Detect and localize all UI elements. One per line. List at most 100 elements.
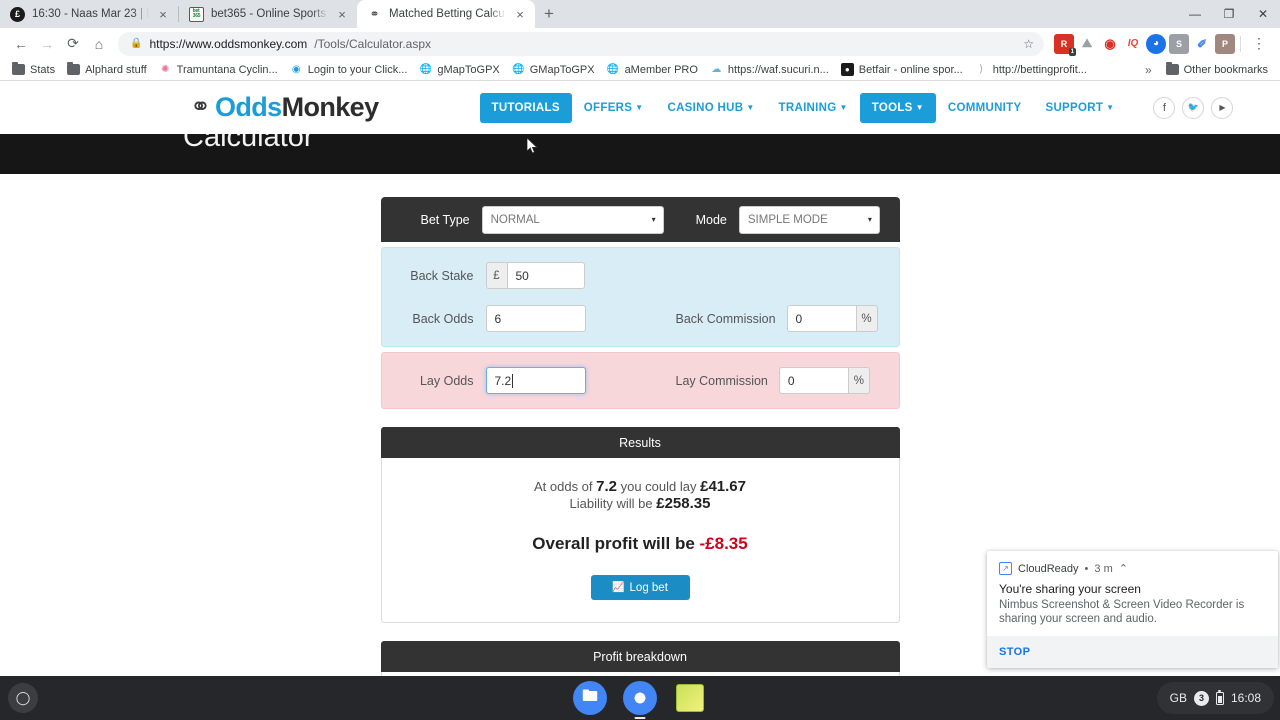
mountains-extension-icon[interactable]: ⛰ [1077, 34, 1097, 54]
site-logo[interactable]: ⚭ OddsMonkey [190, 92, 379, 123]
chromeos-shelf: ◯ 🖿 GB 3 16:08 [0, 676, 1280, 720]
browser-tab-1[interactable]: bet365 bet365 - Online Sports Betting × [179, 0, 357, 28]
folder-icon [1165, 62, 1179, 76]
rsp-extension-icon[interactable]: R1 [1054, 33, 1076, 56]
opera-extension-icon[interactable]: ◕ [1146, 33, 1166, 54]
nav-label: OFFERS [583, 101, 633, 114]
globe-icon: 🌐 [606, 64, 620, 75]
nav-item-support[interactable]: SUPPORT ▼ [1033, 93, 1126, 123]
launcher-icon[interactable]: ◯ [8, 683, 38, 713]
bookmark-item[interactable]: ✺ Tramuntana Cyclin... [153, 63, 284, 76]
bookmark-item[interactable]: Alphard stuff [61, 62, 153, 76]
new-tab-button[interactable]: + [535, 0, 563, 28]
nav-item-tools[interactable]: TOOLS ▼ [859, 92, 936, 123]
shield-icon: ☁ [711, 64, 722, 75]
bookmark-label: http://bettingprofit... [992, 63, 1087, 76]
folder-icon [67, 62, 81, 76]
bookmark-star-icon[interactable]: ☆ [1023, 37, 1034, 51]
nav-item-offers[interactable]: OFFERS ▼ [572, 93, 656, 123]
close-window-button[interactable]: ✕ [1246, 0, 1280, 28]
tab-close-icon[interactable]: × [513, 8, 527, 21]
bookmarks-overflow-icon[interactable]: » [1137, 63, 1160, 77]
files-app-icon[interactable]: 🖿 [573, 681, 607, 715]
bookmark-item[interactable]: ● Betfair - online spor... [835, 63, 969, 76]
back-commission-input[interactable]: 0 [786, 305, 857, 332]
results-body: At odds of 7.2 you could lay £41.67 Liab… [380, 458, 900, 623]
bookmark-label: https://waf.sucuri.n... [727, 63, 829, 76]
back-icon[interactable]: ← [8, 31, 34, 57]
profit-breakdown-heading: Profit breakdown [380, 641, 900, 672]
log-bet-button[interactable]: 📈 Log bet [590, 575, 690, 600]
lock-icon: 🔒 [130, 38, 143, 49]
iq-extension-icon[interactable]: IQ [1123, 34, 1143, 54]
browser-menu-icon[interactable]: ⋮ [1246, 31, 1272, 57]
running-indicator [634, 717, 646, 719]
facebook-icon[interactable]: f [1153, 96, 1176, 119]
notification-header: ↗ CloudReady • 3 m ⌃ [987, 551, 1278, 575]
record-extension-icon[interactable]: ◉ [1100, 34, 1120, 54]
nav-item-training[interactable]: TRAINING ▼ [767, 93, 860, 123]
reload-icon[interactable]: ⟳ [60, 31, 86, 57]
bookmark-item[interactable]: ☁ https://waf.sucuri.n... [704, 63, 835, 76]
bet-type-select[interactable]: NORMAL ▾ [481, 205, 664, 234]
mode-value: SIMPLE MODE [747, 213, 828, 226]
tab-close-icon[interactable]: × [156, 8, 170, 21]
screen-share-notification[interactable]: ↗ CloudReady • 3 m ⌃ You're sharing your… [987, 551, 1278, 668]
notification-count-badge: 3 [1193, 690, 1209, 706]
nav-label: SUPPORT [1045, 101, 1104, 114]
chevron-down-icon: ▼ [915, 102, 924, 112]
lay-commission-input[interactable]: 0 [778, 367, 849, 394]
back-odds-input[interactable]: 6 [485, 305, 586, 332]
tab-close-icon[interactable]: × [335, 8, 349, 21]
pen-extension-icon[interactable]: ✐ [1192, 34, 1212, 54]
back-odds-row: Back Odds 6 Back Commission 0 % [382, 305, 899, 332]
bookmark-item[interactable]: ◉ Login to your Click... [284, 63, 414, 76]
chevron-down-icon: ▼ [635, 102, 644, 112]
mode-select[interactable]: SIMPLE MODE ▾ [738, 205, 880, 234]
bookmark-item[interactable]: Stats [6, 62, 61, 76]
back-stake-input[interactable]: 50 [506, 262, 585, 289]
extension-badge: 1 [1068, 47, 1076, 56]
p-extension-icon[interactable]: P [1215, 33, 1235, 54]
forward-icon[interactable]: → [34, 31, 60, 57]
nav-item-tutorials[interactable]: TUTORIALS [479, 92, 572, 123]
back-commission-input-group: 0 % [786, 305, 878, 332]
site-header: ⚭ OddsMonkey TUTORIALS OFFERS ▼ CASINO HU… [0, 81, 1280, 134]
tab-title: bet365 - Online Sports Betting [211, 8, 328, 20]
betfair-icon: ● [840, 63, 854, 76]
lay-commission-label: Lay Commission [675, 373, 768, 388]
chevron-down-icon: ▾ [651, 215, 656, 224]
nav-item-community[interactable]: COMMUNITY [936, 93, 1034, 123]
bookmark-label: gMapToGPX [437, 63, 500, 76]
browser-tab-strip: £ 16:30 - Naas Mar 23 | Horse Rac × bet3… [0, 0, 1280, 28]
results-line1-mid: you could lay [617, 479, 701, 494]
bookmark-item[interactable]: 🌐 gMapToGPX [413, 63, 505, 76]
lay-odds-input[interactable]: 7.2 [485, 367, 586, 394]
twitter-icon[interactable]: 🐦 [1182, 96, 1205, 119]
browser-tab-0[interactable]: £ 16:30 - Naas Mar 23 | Horse Rac × [0, 0, 178, 28]
stop-sharing-button[interactable]: STOP [999, 646, 1030, 658]
toolbar-divider [1240, 35, 1241, 52]
browser-tab-2[interactable]: ⚭ Matched Betting Calculator – FR × [357, 0, 535, 28]
youtube-icon[interactable]: ▶ [1211, 96, 1234, 119]
bookmark-item[interactable]: ⟩ http://bettingprofit... [969, 63, 1093, 76]
chevron-up-icon[interactable]: ⌃ [1119, 562, 1128, 575]
address-bar[interactable]: 🔒 https://www.oddsmonkey.com/Tools/Calcu… [118, 31, 1044, 56]
notes-app-icon[interactable] [673, 681, 707, 715]
minimize-button[interactable]: — [1178, 0, 1212, 28]
lay-odds-label: Lay Odds [419, 373, 474, 388]
s-extension-icon[interactable]: S [1169, 33, 1189, 54]
chrome-app-icon[interactable] [623, 681, 657, 719]
maximize-button[interactable]: ❐ [1212, 0, 1246, 28]
chevron-down-icon: ▼ [1106, 102, 1115, 112]
nav-item-casino-hub[interactable]: CASINO HUB ▼ [655, 93, 766, 123]
other-bookmarks-folder[interactable]: Other bookmarks [1160, 62, 1274, 76]
bookmark-item[interactable]: 🌐 aMember PRO [601, 63, 704, 76]
results-line2-pre: Liability will be [569, 496, 657, 511]
percent-addon: % [848, 367, 870, 394]
bookmark-item[interactable]: 🌐 GMapToGPX [506, 63, 601, 76]
home-icon[interactable]: ⌂ [86, 31, 112, 57]
status-tray[interactable]: GB 3 16:08 [1156, 682, 1274, 714]
lay-odds-row: Lay Odds 7.2 Lay Commission 0 % [382, 367, 899, 394]
social-links: f 🐦 ▶ [1153, 96, 1234, 119]
